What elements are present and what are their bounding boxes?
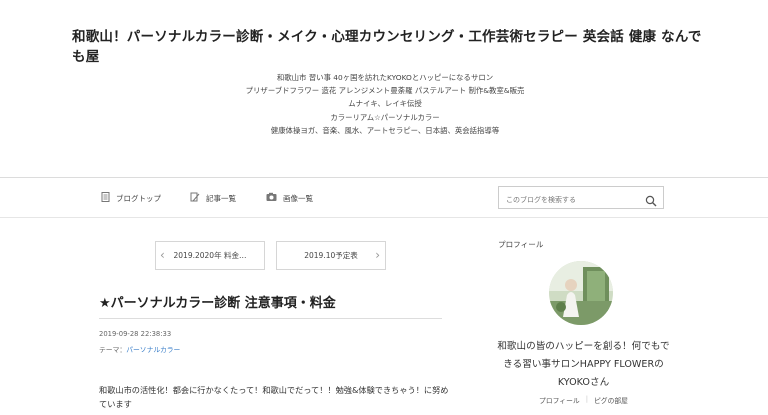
sidebar-profile-heading: プロフィール xyxy=(498,240,544,249)
search-icon[interactable] xyxy=(645,192,657,207)
camera-icon xyxy=(266,192,277,205)
blog-description-line: ムナイキ、レイキ伝授 xyxy=(348,99,422,109)
prev-entry-link[interactable]: ‹ 2019.2020年 料金… xyxy=(155,241,265,270)
chevron-right-icon: › xyxy=(375,248,380,262)
blog-search xyxy=(498,186,664,211)
blog-title[interactable]: 和歌山！パーソナルカラー診断・メイク・心理カウンセリング・工作芸術セラピー 英会… xyxy=(72,27,702,67)
blog-description-line: 和歌山市 習い事 40ヶ国を訪れたKYOKOとハッピーになるサロン xyxy=(276,73,494,82)
nav-image-list[interactable]: 画像一覧 xyxy=(266,192,313,205)
entry-divider xyxy=(99,318,442,319)
nav-blog-top-label: ブログトップ xyxy=(116,194,161,203)
pigg-room-link[interactable]: ピグの部屋 xyxy=(594,395,628,405)
blog-description-line: 健康体操ヨガ、音楽、風水、アートセラピー、日本語、英会話指導等 xyxy=(270,125,500,135)
nav-blog-top[interactable]: ブログトップ xyxy=(101,192,161,205)
entry-theme: テーマ：パーソナルカラー xyxy=(99,344,180,354)
prev-entry-label: 2019.2020年 料金… xyxy=(173,251,247,260)
document-icon xyxy=(101,192,110,205)
profile-name[interactable]: 和歌山の皆のハッピーを創る！何でもできる習い事サロンHAPPY FLOWERのK… xyxy=(496,338,671,392)
link-separator: | xyxy=(585,395,588,403)
entry-datetime: 2019-09-28 22:38:33 xyxy=(99,330,172,338)
nav-entry-list-label: 記事一覧 xyxy=(206,194,236,203)
blog-description-line: プリザーブドフラワー 造花 アレンジメント曼荼羅 パステルアート 制作&教室&販… xyxy=(245,86,525,96)
profile-link[interactable]: プロフィール xyxy=(539,395,580,405)
entry-body: 和歌山市の活性化！都会に行かなくたって！和歌山でだって！！勉強&体験できちゃう！… xyxy=(99,385,449,409)
profile-links: プロフィール | ピグの部屋 xyxy=(496,395,671,405)
entry-theme-label: テーマ： xyxy=(99,346,127,354)
search-input[interactable] xyxy=(499,189,639,211)
next-entry-label: 2019.10予定表 xyxy=(304,251,358,260)
nav-entry-list[interactable]: 記事一覧 xyxy=(190,192,236,205)
blog-description-line: カラーリアム☆パーソナルカラー xyxy=(330,112,440,122)
avatar[interactable] xyxy=(549,261,613,325)
blog-description: 和歌山市 習い事 40ヶ国を訪れたKYOKOとハッピーになるサロン プリザーブド… xyxy=(200,71,570,137)
entries-icon xyxy=(190,192,200,205)
entry-title[interactable]: ★パーソナルカラー診断 注意事項・料金 xyxy=(99,292,459,311)
next-entry-link[interactable]: 2019.10予定表 › xyxy=(276,241,386,270)
entry-theme-link[interactable]: パーソナルカラー xyxy=(126,346,180,354)
chevron-left-icon: ‹ xyxy=(160,248,165,262)
nav-image-list-label: 画像一覧 xyxy=(283,194,313,203)
blog-header: 和歌山！パーソナルカラー診断・メイク・心理カウンセリング・工作芸術セラピー 英会… xyxy=(0,0,768,178)
